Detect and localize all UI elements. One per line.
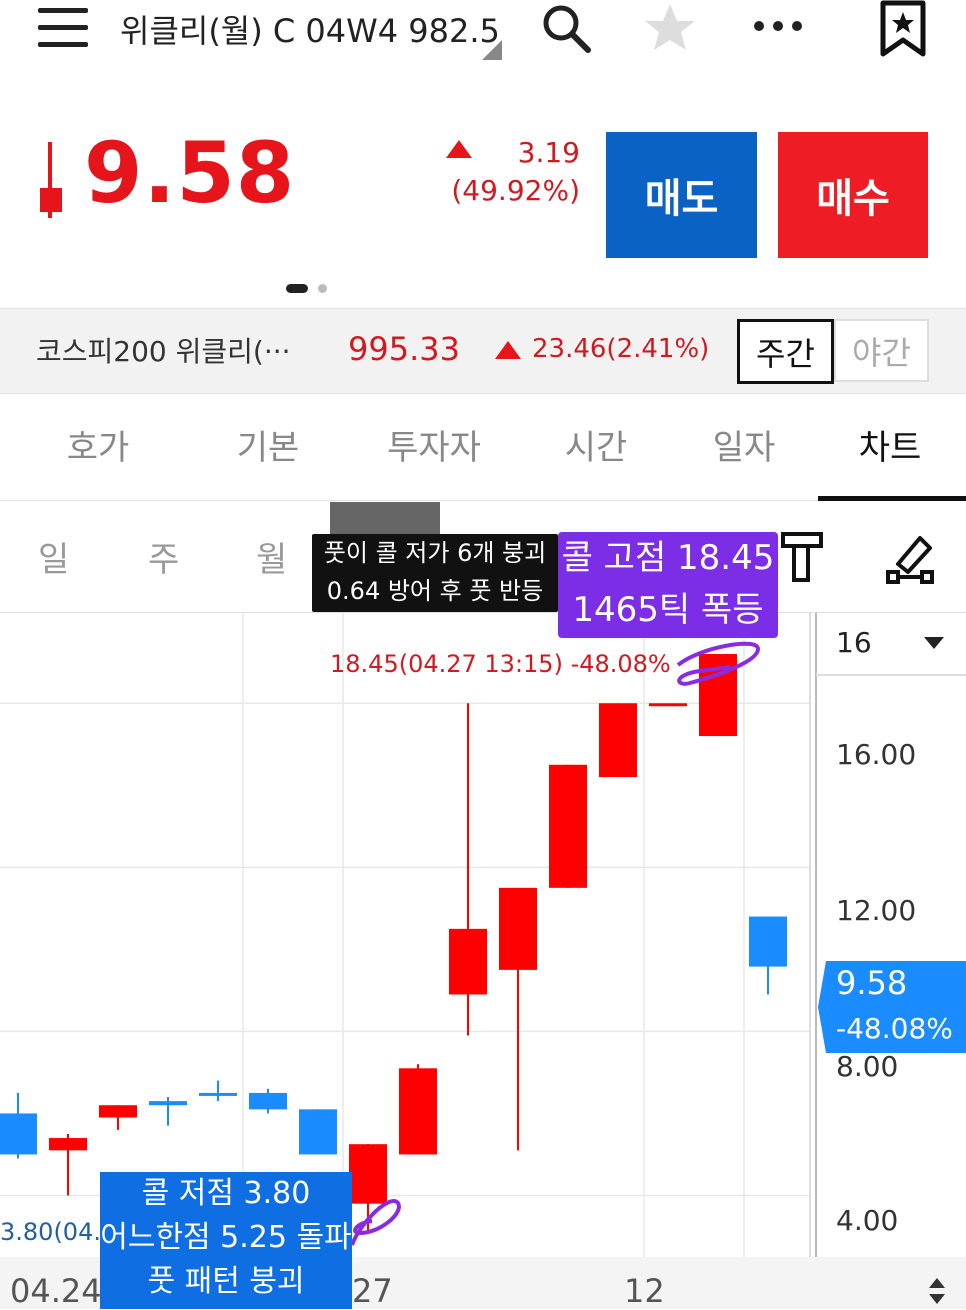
tab-time[interactable]: 시간 <box>538 420 654 469</box>
tab-basic[interactable]: 기본 <box>210 420 326 469</box>
more-icon[interactable] <box>752 18 804 34</box>
scale-select[interactable]: 16 <box>836 626 872 659</box>
period-month[interactable]: 월 <box>256 532 287 581</box>
star-icon[interactable] <box>642 0 698 56</box>
candle-body <box>0 1113 37 1155</box>
low-circle-mark <box>350 1199 401 1246</box>
period-week[interactable]: 주 <box>148 532 179 581</box>
menu-icon[interactable] <box>38 8 88 59</box>
y-tick-label: 4.00 <box>836 1204 899 1237</box>
note-line: 콜 고점 18.45 <box>561 538 775 578</box>
low-price-label: 3.80(04.2 <box>0 1218 117 1246</box>
annotation-note-purple: 콜 고점 18.45 1465틱 폭등 <box>558 532 778 638</box>
note-line: 콜 저점 3.80 <box>141 1176 311 1211</box>
candle-body <box>399 1068 437 1155</box>
note-line: 0.64 방어 후 풋 반등 <box>326 577 544 605</box>
chevron-down-icon[interactable] <box>924 637 944 649</box>
note-line: 풋 패턴 붕괴 <box>147 1264 305 1299</box>
current-price-tag-pct: -48.08% <box>836 1012 953 1045</box>
candle-body <box>349 1144 387 1204</box>
y-tick-label: 8.00 <box>836 1050 899 1083</box>
index-change: 23.46(2.41%) <box>532 334 710 364</box>
candle-body <box>299 1109 337 1155</box>
index-value: 995.33 <box>348 330 460 368</box>
search-icon[interactable] <box>540 2 592 54</box>
minute-period-tab[interactable] <box>330 502 440 538</box>
tab-active-indicator <box>818 496 966 501</box>
note-line: 어느한점 5.25 돌파 <box>100 1220 352 1255</box>
x-tick-label: 27 <box>352 1272 393 1310</box>
x-tick-label: 04.24 <box>10 1272 102 1310</box>
note-line: 풋이 콜 저가 6개 붕괴 <box>323 539 547 567</box>
y-tick-label: 16.00 <box>836 738 917 771</box>
tab-chart[interactable]: 차트 <box>832 420 948 469</box>
candle-body <box>499 887 537 970</box>
y-axis-panel <box>816 613 966 1257</box>
candle-body <box>749 916 787 967</box>
sell-button[interactable]: 매도 <box>606 132 757 258</box>
page-title[interactable]: 위클리(월) C 04W4 982.5 <box>120 6 500 52</box>
candle-body <box>49 1138 87 1151</box>
candle-body <box>249 1092 287 1110</box>
buy-button[interactable]: 매수 <box>778 132 928 258</box>
period-day[interactable]: 일 <box>38 532 69 581</box>
x-tick-label: 12 <box>624 1272 665 1310</box>
mini-candle-icon <box>40 142 62 218</box>
candle-body <box>599 703 637 778</box>
day-session-button[interactable]: 주간 <box>737 319 834 384</box>
price-change: 3.19 <box>517 136 580 169</box>
current-price: 9.58 <box>84 124 296 222</box>
current-price-tag-value: 9.58 <box>836 964 908 1002</box>
sort-updown-icon[interactable] <box>928 1276 946 1306</box>
up-triangle-icon <box>446 140 472 158</box>
candle-body <box>549 764 587 888</box>
high-price-label: 18.45(04.27 13:15) -48.08% <box>330 650 671 678</box>
index-name[interactable]: 코스피200 위클리(··· <box>36 330 291 370</box>
tab-daily[interactable]: 일자 <box>686 420 802 469</box>
candle-body <box>99 1105 137 1118</box>
indicator-tool-icon[interactable] <box>780 530 824 584</box>
tab-orderbook[interactable]: 호가 <box>40 420 156 469</box>
candle-body <box>149 1101 187 1106</box>
candle-body <box>199 1092 237 1096</box>
note-line: 1465틱 폭등 <box>572 590 764 630</box>
tab-investor[interactable]: 투자자 <box>374 420 494 469</box>
bookmark-icon[interactable] <box>878 0 928 58</box>
y-tick-label: 12.00 <box>836 894 917 927</box>
candle-body <box>449 928 487 995</box>
annotation-note-black: 풋이 콜 저가 6개 붕괴 0.64 방어 후 풋 반등 <box>312 534 558 612</box>
price-change-pct: (49.92%) <box>451 174 580 207</box>
night-session-button[interactable]: 야간 <box>834 319 929 382</box>
drawing-tool-icon[interactable] <box>884 530 936 584</box>
annotation-note-blue: 콜 저점 3.80 어느한점 5.25 돌파 풋 패턴 붕괴 <box>100 1172 352 1309</box>
dropdown-corner-icon <box>482 40 502 60</box>
candle-body <box>649 703 687 707</box>
candle-body <box>699 654 737 737</box>
index-up-triangle-icon <box>495 341 521 359</box>
